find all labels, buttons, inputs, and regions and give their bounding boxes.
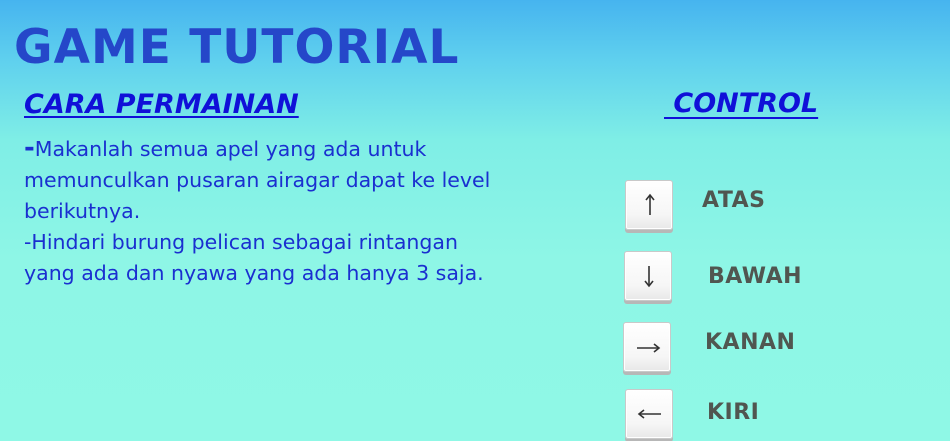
up-control-label: ATAS: [702, 188, 766, 213]
up-arrow-key: [625, 180, 673, 230]
left-arrow-icon: [637, 409, 661, 419]
instruction-item: -Hindari burung pelican sebagai rintanga…: [24, 227, 494, 289]
right-arrow-icon: [637, 343, 661, 353]
right-arrow-key: [623, 322, 671, 372]
instruction-text: Makanlah semua apel yang ada untuk memun…: [24, 137, 491, 223]
how-to-play-text: -Makanlah semua apel yang ada untuk memu…: [24, 133, 494, 289]
control-heading: CONTROL: [664, 88, 819, 119]
instruction-item: -Makanlah semua apel yang ada untuk memu…: [24, 133, 494, 227]
page-title: GAME TUTORIAL: [14, 20, 460, 75]
left-arrow-key: [625, 389, 673, 439]
up-arrow-icon: [645, 193, 655, 215]
right-control-label: KANAN: [705, 330, 796, 355]
instruction-dash: -: [24, 133, 35, 163]
how-to-play-heading: CARA PERMAINAN: [24, 89, 299, 120]
down-arrow-icon: [644, 266, 654, 288]
tutorial-screen: { "title": "GAME TUTORIAL", "how_to_play…: [0, 0, 950, 441]
down-arrow-key: [624, 251, 672, 301]
instruction-text: Hindari burung pelican sebagai rintangan…: [24, 230, 484, 285]
down-control-label: BAWAH: [708, 264, 803, 289]
left-control-label: KIRI: [707, 400, 760, 425]
